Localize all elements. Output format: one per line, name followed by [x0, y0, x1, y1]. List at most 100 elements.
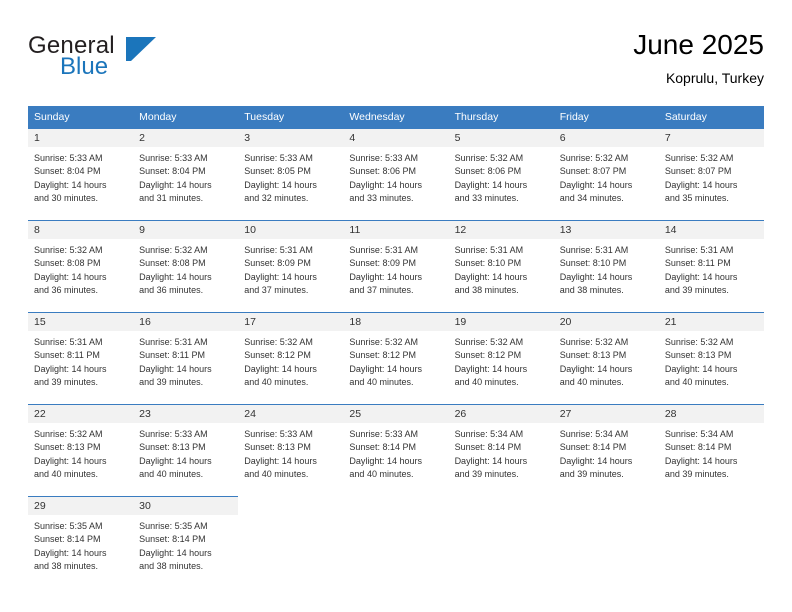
day-cell-inner: 5 Sunrise: 5:32 AM Sunset: 8:06 PM Daylight…: [448, 128, 554, 220]
day-cell-inner: 29 Sunrise: 5:35 AM Sunset: 8:14 PM Dayligh…: [28, 496, 134, 588]
daylight-text-line2: and 31 minutes.: [139, 193, 204, 204]
sunset-text: Sunset: 8:13 PM: [244, 442, 311, 453]
sunset-text: Sunset: 8:08 PM: [34, 258, 101, 269]
sunset-text: Sunset: 8:14 PM: [349, 442, 416, 453]
sunset-text: Sunset: 8:10 PM: [559, 258, 627, 269]
calendar-empty-cell: [448, 496, 554, 588]
page-title: June 2025: [633, 29, 764, 60]
sunrise-text: Sunrise: 5:32 AM: [244, 337, 313, 347]
calendar-empty-cell: [343, 496, 449, 588]
daylight-text-line2: and 38 minutes.: [139, 561, 204, 572]
day-cell-inner: 18 Sunrise: 5:32 AM Sunset: 8:12 PM Dayligh…: [343, 312, 449, 404]
calendar-day-cell[interactable]: 14 Sunrise: 5:31 AM Sunset: 8:11 PM Dayligh…: [658, 220, 764, 312]
calendar-day-cell[interactable]: 11 Sunrise: 5:31 AM Sunset: 8:09 PM Dayligh…: [343, 220, 449, 312]
daylight-text-line2: and 39 minutes.: [664, 285, 729, 296]
calendar-day-cell[interactable]: 17 Sunrise: 5:32 AM Sunset: 8:12 PM Dayligh…: [238, 312, 344, 404]
weekday-header-wednesday: Wednesday: [343, 106, 449, 128]
calendar-day-cell[interactable]: 30 Sunrise: 5:35 AM Sunset: 8:14 PM Dayligh…: [133, 496, 239, 588]
sunrise-text: Sunrise: 5:31 AM: [139, 337, 208, 347]
day-number: 27: [553, 405, 659, 423]
sunrise-text: Sunrise: 5:32 AM: [454, 153, 524, 163]
day-details: Sunrise: 5:33 AM Sunset: 8:04 PM Daylight:…: [28, 147, 133, 206]
sunset-text: Sunset: 8:13 PM: [559, 350, 627, 361]
day-number: 18: [343, 313, 449, 331]
calendar-day-cell[interactable]: 25 Sunrise: 5:33 AM Sunset: 8:14 PM Dayligh…: [343, 404, 449, 496]
sunrise-text: Sunrise: 5:34 AM: [559, 429, 629, 439]
day-number: 15: [28, 313, 134, 331]
weekday-header-monday: Monday: [133, 106, 239, 128]
day-number: 9: [133, 221, 239, 239]
day-details: Sunrise: 5:32 AM Sunset: 8:06 PM Daylight:…: [449, 147, 554, 206]
day-details: Sunrise: 5:32 AM Sunset: 8:12 PM Daylight:…: [343, 331, 448, 390]
daylight-text-line1: Daylight: 14 hours: [559, 455, 633, 466]
sunrise-text: Sunrise: 5:34 AM: [454, 429, 524, 439]
calendar-day-cell[interactable]: 21 Sunrise: 5:32 AM Sunset: 8:13 PM Dayligh…: [658, 312, 764, 404]
day-number: 26: [448, 405, 554, 423]
daylight-text-line2: and 40 minutes.: [559, 377, 624, 388]
daylight-text-line1: Daylight: 14 hours: [349, 271, 422, 282]
calendar-day-cell[interactable]: 13 Sunrise: 5:31 AM Sunset: 8:10 PM Dayligh…: [553, 220, 659, 312]
calendar-day-cell[interactable]: 27 Sunrise: 5:34 AM Sunset: 8:14 PM Dayligh…: [553, 404, 659, 496]
sunrise-text: Sunrise: 5:32 AM: [559, 337, 629, 347]
calendar-day-cell[interactable]: 16 Sunrise: 5:31 AM Sunset: 8:11 PM Dayligh…: [133, 312, 239, 404]
sunset-text: Sunset: 8:14 PM: [454, 442, 522, 453]
day-cell-inner: [658, 496, 764, 588]
daylight-text-line2: and 38 minutes.: [34, 561, 99, 572]
calendar-page: General Blue June 2025 Koprulu, Turkey S…: [0, 0, 792, 612]
daylight-text-line1: Daylight: 14 hours: [244, 455, 317, 466]
day-details: Sunrise: 5:32 AM Sunset: 8:07 PM Daylight:…: [659, 147, 764, 206]
calendar-body: 1 Sunrise: 5:33 AM Sunset: 8:04 PM Daylight…: [28, 128, 764, 588]
daylight-text-line1: Daylight: 14 hours: [664, 455, 738, 466]
sunrise-text: Sunrise: 5:32 AM: [139, 245, 208, 255]
calendar-day-cell[interactable]: 23 Sunrise: 5:33 AM Sunset: 8:13 PM Dayligh…: [133, 404, 239, 496]
day-cell-inner: 24 Sunrise: 5:33 AM Sunset: 8:13 PM Dayligh…: [238, 404, 344, 496]
brand-logo[interactable]: General Blue: [28, 32, 158, 88]
day-cell-inner: 2 Sunrise: 5:33 AM Sunset: 8:04 PM Daylight…: [133, 128, 239, 220]
calendar-day-cell[interactable]: 24 Sunrise: 5:33 AM Sunset: 8:13 PM Dayligh…: [238, 404, 344, 496]
daylight-text-line1: Daylight: 14 hours: [139, 455, 212, 466]
sunrise-text: Sunrise: 5:31 AM: [664, 245, 734, 255]
calendar-day-cell[interactable]: 6 Sunrise: 5:32 AM Sunset: 8:07 PM Daylight…: [553, 128, 659, 220]
daylight-text-line2: and 40 minutes.: [34, 469, 99, 480]
calendar-day-cell[interactable]: 29 Sunrise: 5:35 AM Sunset: 8:14 PM Dayligh…: [28, 496, 134, 588]
calendar-day-cell[interactable]: 7 Sunrise: 5:32 AM Sunset: 8:07 PM Daylight…: [658, 128, 764, 220]
calendar-day-cell[interactable]: 10 Sunrise: 5:31 AM Sunset: 8:09 PM Dayligh…: [238, 220, 344, 312]
sunset-text: Sunset: 8:09 PM: [244, 258, 311, 269]
calendar-day-cell[interactable]: 3 Sunrise: 5:33 AM Sunset: 8:05 PM Daylight…: [238, 128, 344, 220]
sunset-text: Sunset: 8:07 PM: [559, 166, 627, 177]
daylight-text-line2: and 40 minutes.: [349, 377, 414, 388]
calendar-day-cell[interactable]: 20 Sunrise: 5:32 AM Sunset: 8:13 PM Dayligh…: [553, 312, 659, 404]
day-cell-inner: [343, 496, 449, 588]
calendar-week-row: 8 Sunrise: 5:32 AM Sunset: 8:08 PM Daylight…: [28, 220, 764, 312]
calendar-day-cell[interactable]: 9 Sunrise: 5:32 AM Sunset: 8:08 PM Daylight…: [133, 220, 239, 312]
calendar-day-cell[interactable]: 19 Sunrise: 5:32 AM Sunset: 8:12 PM Dayligh…: [448, 312, 554, 404]
day-cell-inner: 13 Sunrise: 5:31 AM Sunset: 8:10 PM Dayligh…: [553, 220, 659, 312]
calendar-empty-cell: [238, 496, 344, 588]
daylight-text-line2: and 40 minutes.: [244, 377, 309, 388]
calendar-day-cell[interactable]: 2 Sunrise: 5:33 AM Sunset: 8:04 PM Daylight…: [133, 128, 239, 220]
sunrise-text: Sunrise: 5:32 AM: [664, 153, 734, 163]
calendar-day-cell[interactable]: 8 Sunrise: 5:32 AM Sunset: 8:08 PM Daylight…: [28, 220, 134, 312]
calendar-day-cell[interactable]: 22 Sunrise: 5:32 AM Sunset: 8:13 PM Dayligh…: [28, 404, 134, 496]
day-cell-inner: 10 Sunrise: 5:31 AM Sunset: 8:09 PM Dayligh…: [238, 220, 344, 312]
daylight-text-line1: Daylight: 14 hours: [454, 179, 528, 190]
weekday-header-row: Sunday Monday Tuesday Wednesday Thursday…: [28, 106, 764, 128]
sunrise-text: Sunrise: 5:32 AM: [559, 153, 629, 163]
calendar-day-cell[interactable]: 12 Sunrise: 5:31 AM Sunset: 8:10 PM Dayligh…: [448, 220, 554, 312]
calendar-day-cell[interactable]: 15 Sunrise: 5:31 AM Sunset: 8:11 PM Dayligh…: [28, 312, 134, 404]
day-cell-inner: 19 Sunrise: 5:32 AM Sunset: 8:12 PM Dayligh…: [448, 312, 554, 404]
day-details: Sunrise: 5:31 AM Sunset: 8:10 PM Daylight:…: [554, 239, 659, 298]
calendar-day-cell[interactable]: 4 Sunrise: 5:33 AM Sunset: 8:06 PM Daylight…: [343, 128, 449, 220]
day-cell-inner: [448, 496, 554, 588]
calendar-day-cell[interactable]: 28 Sunrise: 5:34 AM Sunset: 8:14 PM Dayligh…: [658, 404, 764, 496]
calendar-day-cell[interactable]: 26 Sunrise: 5:34 AM Sunset: 8:14 PM Dayligh…: [448, 404, 554, 496]
daylight-text-line1: Daylight: 14 hours: [664, 271, 738, 282]
sunrise-text: Sunrise: 5:34 AM: [664, 429, 734, 439]
calendar-day-cell[interactable]: 1 Sunrise: 5:33 AM Sunset: 8:04 PM Daylight…: [28, 128, 134, 220]
sunrise-text: Sunrise: 5:32 AM: [34, 245, 103, 255]
calendar-day-cell[interactable]: 18 Sunrise: 5:32 AM Sunset: 8:12 PM Dayligh…: [343, 312, 449, 404]
calendar-table: Sunday Monday Tuesday Wednesday Thursday…: [28, 106, 764, 588]
daylight-text-line1: Daylight: 14 hours: [244, 363, 317, 374]
calendar-day-cell[interactable]: 5 Sunrise: 5:32 AM Sunset: 8:06 PM Daylight…: [448, 128, 554, 220]
daylight-text-line2: and 36 minutes.: [139, 285, 204, 296]
